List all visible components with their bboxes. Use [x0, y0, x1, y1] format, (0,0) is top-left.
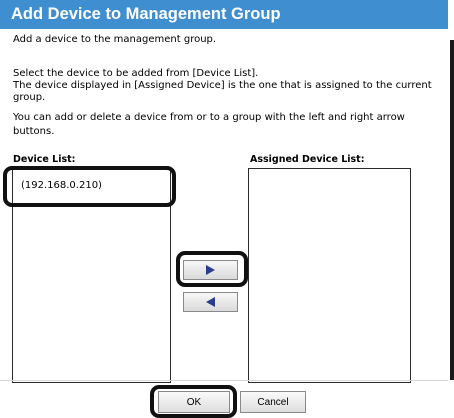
scrollbar-thumb[interactable]	[450, 40, 454, 380]
assigned-device-listbox[interactable]	[248, 168, 411, 383]
footer-divider	[0, 380, 448, 381]
instruction-text-3: You can add or delete a device from or t…	[13, 112, 405, 137]
device-list-label: Device List:	[13, 154, 76, 165]
cancel-button[interactable]: Cancel	[240, 391, 306, 413]
intro-text: Add a device to the management group.	[13, 34, 217, 45]
ok-button-highlight	[150, 385, 237, 418]
dialog-title: Add Device to Management Group	[0, 0, 448, 29]
remove-device-button[interactable]	[183, 292, 238, 312]
instruction-text-1: Select the device to be added from [Devi…	[13, 68, 259, 79]
assigned-list-label: Assigned Device List:	[250, 154, 365, 165]
instruction-text-2: The device displayed in [Assigned Device…	[13, 80, 432, 103]
device-item-highlight	[3, 166, 176, 207]
add-button-highlight	[176, 251, 248, 287]
arrow-left-icon	[206, 297, 215, 307]
